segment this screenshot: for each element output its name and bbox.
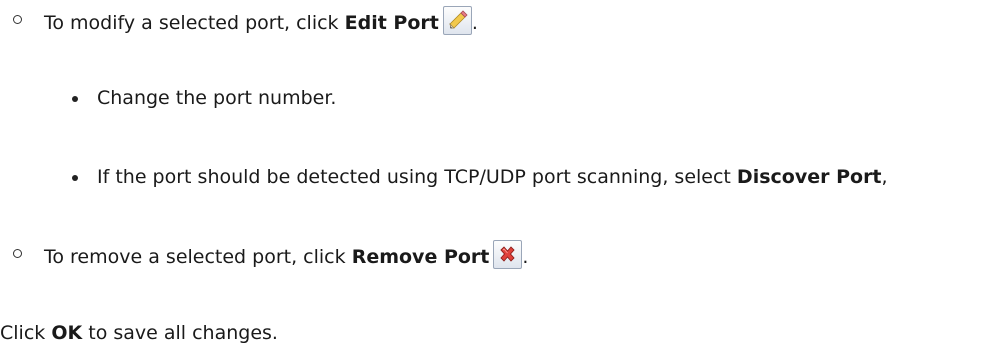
pencil-icon (442, 6, 472, 35)
remove-port-prefix: To remove a selected port, click (44, 246, 352, 268)
discover-port-label: Discover Port (736, 166, 882, 188)
remove-port-suffix: . (522, 246, 529, 268)
ok-label: OK (51, 322, 83, 344)
remove-port-label: Remove Port (351, 246, 490, 268)
click-ok-suffix: to save all changes. (82, 322, 278, 344)
discover-port-suffix: , (881, 166, 888, 188)
discover-port-prefix: If the port should be detected using TCP… (97, 166, 737, 188)
edit-port-suffix: . (471, 12, 478, 34)
edit-port-prefix: To modify a selected port, click (44, 12, 345, 34)
hollow-bullet (13, 15, 22, 24)
solid-bullet (72, 175, 78, 181)
solid-bullet (72, 96, 78, 102)
change-port-text: Change the port number. (97, 87, 337, 109)
edit-port-label: Edit Port (344, 12, 439, 34)
hollow-bullet (13, 249, 22, 258)
red-x-icon (493, 240, 523, 269)
click-ok-prefix: Click (0, 322, 52, 344)
